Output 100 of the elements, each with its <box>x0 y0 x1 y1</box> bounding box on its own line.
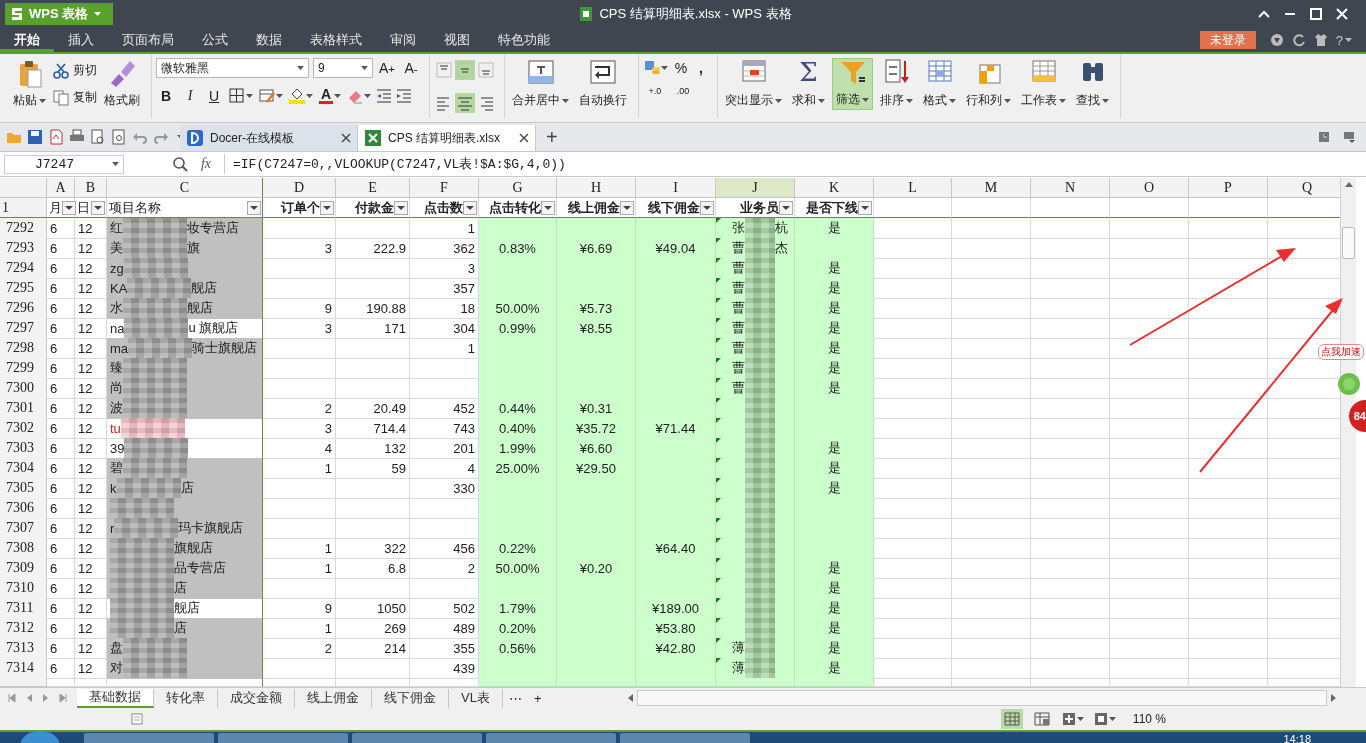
scroll-right-icon[interactable] <box>1331 694 1336 702</box>
font-size-dropdown[interactable]: 9 <box>313 58 373 78</box>
row-header[interactable]: 7314 <box>0 658 47 679</box>
more-sheets-button[interactable]: ⋯ <box>502 690 528 706</box>
filter-dropdown-button[interactable] <box>394 200 408 215</box>
align-button[interactable] <box>455 93 475 113</box>
row-header[interactable]: 7306 <box>0 498 47 519</box>
pdf-export-icon[interactable] <box>48 129 64 145</box>
row-header[interactable]: 7300 <box>0 378 47 399</box>
borders-button[interactable] <box>228 86 254 106</box>
first-sheet-icon[interactable] <box>8 694 16 702</box>
decrease-indent-icon[interactable] <box>376 88 392 104</box>
sort-button[interactable]: 排序 <box>877 58 916 110</box>
row-header[interactable]: 7304 <box>0 458 47 479</box>
blob-mascot-icon[interactable] <box>1336 370 1362 396</box>
close-icon[interactable] <box>341 133 351 143</box>
filter-dropdown-button[interactable] <box>541 200 555 215</box>
filter-dropdown-button[interactable] <box>620 200 634 215</box>
row-header[interactable]: 7312 <box>0 618 47 639</box>
sheet-tab[interactable]: 线下佣金 <box>372 688 449 708</box>
sheet-tab[interactable]: 线上佣金 <box>295 688 372 708</box>
menu-tab[interactable]: 审阅 <box>376 28 430 52</box>
row-header[interactable]: 1 <box>0 198 47 218</box>
paste-button[interactable]: 粘贴 <box>10 58 49 110</box>
increase-indent-icon[interactable] <box>396 88 412 104</box>
sheet-button[interactable]: 工作表 <box>1018 58 1069 110</box>
align-button[interactable] <box>476 60 496 80</box>
scroll-thumb[interactable] <box>1342 227 1355 259</box>
row-header[interactable]: 7313 <box>0 638 47 659</box>
column-header[interactable]: M <box>952 178 1031 198</box>
row-header[interactable]: 7292 <box>0 218 47 239</box>
menu-tab[interactable]: 特色功能 <box>484 28 564 52</box>
menu-tab[interactable]: 数据 <box>242 28 296 52</box>
filter-dropdown-button[interactable] <box>320 200 334 215</box>
normal-view-button[interactable] <box>1000 709 1023 729</box>
search-icon[interactable] <box>172 156 188 172</box>
column-header[interactable]: F <box>410 178 479 198</box>
row-header[interactable]: 7301 <box>0 398 47 419</box>
comma-style-button[interactable]: , <box>693 60 709 76</box>
menu-tab[interactable]: 视图 <box>430 28 484 52</box>
row-header[interactable]: 7303 <box>0 438 47 459</box>
column-header[interactable]: J <box>716 178 795 198</box>
sheet-tab[interactable]: 基础数据 <box>77 688 154 708</box>
merge-center-button[interactable]: 合并居中 <box>509 58 572 110</box>
shirt-icon[interactable] <box>1313 33 1328 47</box>
collapse-ribbon-icon[interactable] <box>1258 10 1270 18</box>
row-header[interactable]: 7299 <box>0 358 47 379</box>
column-header[interactable]: I <box>636 178 716 198</box>
start-button[interactable] <box>20 732 60 743</box>
filter-dropdown-button[interactable] <box>62 200 76 215</box>
menu-tab[interactable]: 页面布局 <box>108 28 188 52</box>
new-tab-button[interactable]: + <box>536 125 568 149</box>
column-header[interactable]: L <box>874 178 952 198</box>
column-header[interactable]: G <box>479 178 557 198</box>
column-header[interactable]: A <box>47 178 75 198</box>
row-header[interactable]: 7311 <box>0 598 47 619</box>
sheet-tab[interactable]: 成交金额 <box>218 688 295 708</box>
scroll-left-icon[interactable] <box>627 694 633 702</box>
row-header[interactable]: 7308 <box>0 538 47 559</box>
bold-button[interactable]: B <box>156 86 176 106</box>
row-header[interactable]: 7297 <box>0 318 47 339</box>
copy-button[interactable]: 复制 <box>53 89 97 106</box>
row-header[interactable]: 7296 <box>0 298 47 319</box>
row-header[interactable]: 7294 <box>0 258 47 279</box>
filter-dropdown-button[interactable] <box>463 200 477 215</box>
highlight-button[interactable]: 突出显示 <box>722 58 785 110</box>
scroll-up-icon[interactable] <box>1344 182 1353 187</box>
close-icon[interactable] <box>519 133 529 143</box>
page-preview-icon[interactable] <box>111 129 127 145</box>
percent-button[interactable]: % <box>673 60 689 76</box>
row-header[interactable]: 7295 <box>0 278 47 299</box>
column-header[interactable]: D <box>263 178 336 198</box>
menu-tab[interactable]: 插入 <box>54 28 108 52</box>
italic-button[interactable]: I <box>180 86 200 106</box>
last-sheet-icon[interactable] <box>59 694 67 702</box>
wrap-text-button[interactable]: 自动换行 <box>576 58 630 110</box>
print-preview-icon[interactable] <box>90 129 106 145</box>
skin-icon[interactable] <box>1269 33 1284 47</box>
row-header[interactable]: 7293 <box>0 238 47 259</box>
align-button[interactable] <box>434 60 454 80</box>
row-header[interactable]: 7307 <box>0 518 47 539</box>
rowcol-button[interactable]: 行和列 <box>963 58 1014 110</box>
save-icon[interactable] <box>27 129 43 145</box>
clock-icon[interactable] <box>1318 131 1330 143</box>
column-header[interactable]: K <box>795 178 874 198</box>
filter-dropdown-button[interactable] <box>779 200 793 215</box>
increase-decimal-button[interactable]: +.0 <box>643 86 667 96</box>
font-name-dropdown[interactable]: 微软雅黑 <box>156 58 309 78</box>
row-header[interactable]: 7305 <box>0 478 47 499</box>
align-button[interactable] <box>455 60 475 80</box>
row-header[interactable]: 7302 <box>0 418 47 439</box>
next-sheet-icon[interactable] <box>42 694 50 702</box>
format-button[interactable]: 格式 <box>920 58 959 110</box>
column-header[interactable]: C <box>107 178 263 198</box>
cut-button[interactable]: 剪切 <box>53 62 97 79</box>
row-header[interactable]: 7309 <box>0 558 47 579</box>
column-header[interactable]: N <box>1031 178 1110 198</box>
format-painter-button[interactable]: 格式刷 <box>101 58 143 110</box>
column-header[interactable]: O <box>1110 178 1189 198</box>
filter-dropdown-button[interactable] <box>858 200 872 215</box>
